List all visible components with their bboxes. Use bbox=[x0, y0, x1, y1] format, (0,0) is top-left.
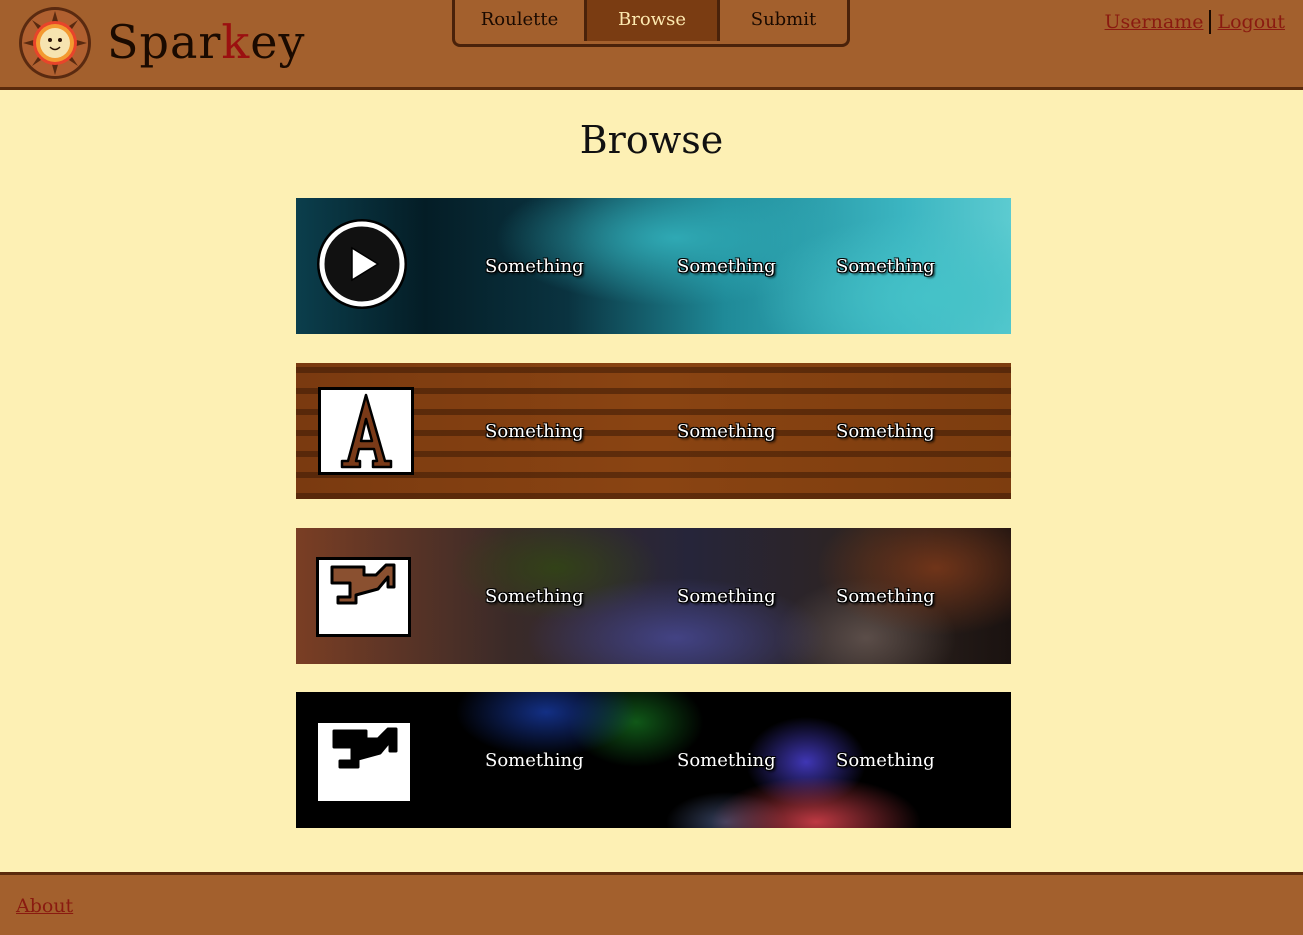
card-field: Something bbox=[485, 749, 584, 771]
browse-card[interactable]: Something Something Something bbox=[296, 528, 1011, 664]
browse-card[interactable]: Something Something Something bbox=[296, 363, 1011, 499]
brand-text-end: ey bbox=[250, 15, 306, 69]
card-field: Something bbox=[836, 585, 935, 607]
card-field: Something bbox=[677, 749, 776, 771]
tab-submit[interactable]: Submit bbox=[717, 0, 847, 41]
site-header: Sparkey Roulette Browse Submit Username … bbox=[0, 0, 1303, 90]
image-icon[interactable] bbox=[316, 557, 411, 641]
card-field: Something bbox=[485, 255, 584, 277]
tab-roulette[interactable]: Roulette bbox=[455, 0, 584, 41]
card-field: Something bbox=[485, 420, 584, 442]
about-link[interactable]: About bbox=[16, 895, 73, 917]
image-icon[interactable] bbox=[318, 723, 410, 805]
brand-text-k: k bbox=[221, 15, 251, 69]
browse-card[interactable]: Something Something Something bbox=[296, 692, 1011, 828]
brand-name[interactable]: Sparkey bbox=[107, 12, 305, 72]
site-footer: About bbox=[0, 872, 1303, 935]
card-field: Something bbox=[677, 420, 776, 442]
user-links: Username Logout bbox=[1105, 10, 1285, 34]
main-nav: Roulette Browse Submit bbox=[452, 0, 850, 47]
username-link[interactable]: Username bbox=[1105, 11, 1204, 33]
tab-browse[interactable]: Browse bbox=[584, 0, 717, 41]
card-field: Something bbox=[836, 255, 935, 277]
text-letter-a-icon[interactable] bbox=[318, 387, 414, 479]
page-title: Browse bbox=[579, 118, 724, 162]
browse-card[interactable]: Something Something Something bbox=[296, 198, 1011, 334]
card-field: Something bbox=[836, 749, 935, 771]
play-icon[interactable] bbox=[316, 218, 408, 314]
brand-text-start: Spar bbox=[107, 15, 222, 69]
card-field: Something bbox=[677, 585, 776, 607]
card-field: Something bbox=[836, 420, 935, 442]
logout-link[interactable]: Logout bbox=[1217, 11, 1285, 33]
card-field: Something bbox=[677, 255, 776, 277]
card-field: Something bbox=[485, 585, 584, 607]
sun-face-logo-icon[interactable] bbox=[17, 5, 93, 81]
link-divider bbox=[1209, 10, 1212, 34]
